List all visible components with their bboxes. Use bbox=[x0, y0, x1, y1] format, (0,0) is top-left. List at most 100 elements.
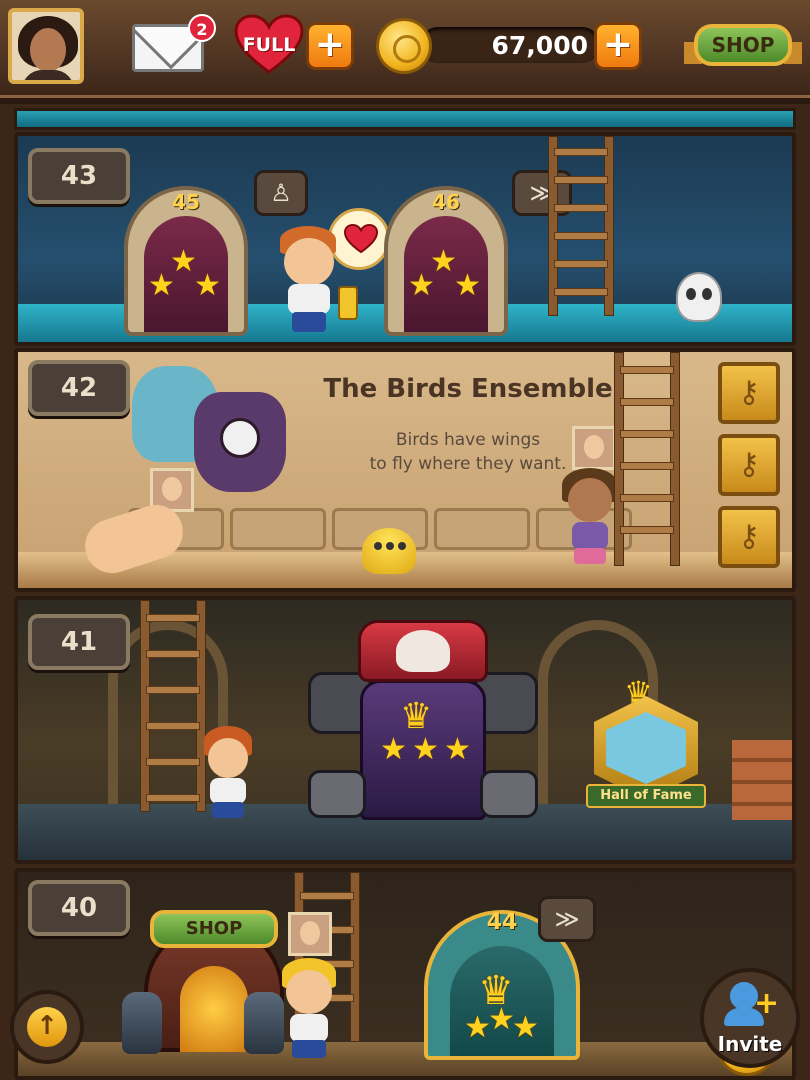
floor-number-sign: 42 bbox=[28, 360, 130, 416]
ladder-rung bbox=[146, 614, 200, 622]
hall-of-fame-label: Hall of Fame bbox=[586, 784, 706, 808]
friend-face bbox=[300, 921, 320, 945]
friend-legs bbox=[574, 548, 606, 564]
ladder-rung bbox=[554, 232, 608, 240]
invite-label: Invite bbox=[717, 1032, 783, 1056]
shop-button-label: SHOP bbox=[694, 24, 792, 66]
skull-icon bbox=[396, 630, 450, 672]
star-icon: ★ bbox=[412, 732, 439, 767]
friend-torso bbox=[210, 778, 246, 804]
star-icon: ★ bbox=[408, 268, 435, 303]
friend-face bbox=[584, 435, 604, 459]
purple-bird-monster[interactable] bbox=[194, 392, 286, 492]
friend-character[interactable] bbox=[276, 958, 342, 1062]
add-hearts-button[interactable]: + bbox=[306, 22, 354, 70]
stairs bbox=[732, 740, 792, 820]
friend-torso bbox=[572, 522, 608, 550]
key-icon[interactable]: ⚷ bbox=[718, 434, 780, 496]
hero-legs bbox=[292, 312, 326, 332]
ladder-rung bbox=[146, 758, 200, 766]
star-icon: ★ bbox=[148, 268, 175, 303]
key-icon[interactable]: ⚷ bbox=[718, 506, 780, 568]
boss-fist bbox=[480, 770, 538, 818]
floor-44-edge bbox=[14, 108, 796, 130]
floor-number-sign: 43 bbox=[28, 148, 130, 204]
invite-button[interactable]: + Invite bbox=[700, 968, 800, 1068]
friend-avatar[interactable] bbox=[288, 912, 332, 956]
ladder-rung bbox=[554, 288, 608, 296]
star-icon: ★ bbox=[380, 732, 407, 767]
brick bbox=[434, 508, 530, 550]
floor-number-sign: 40 bbox=[28, 880, 130, 936]
crown-icon: ♛ bbox=[400, 696, 433, 737]
star-icon: ★ bbox=[454, 268, 481, 303]
floor-42[interactable]: 42 The Birds Ensemble Birds have wings t… bbox=[14, 348, 796, 592]
stage-door-46[interactable]: 46 ★ ★ ★ bbox=[384, 186, 508, 336]
ladder[interactable] bbox=[140, 600, 206, 812]
stage-number: 46 bbox=[432, 190, 460, 214]
friend-head bbox=[286, 970, 332, 1014]
ladder[interactable] bbox=[548, 136, 614, 316]
arrow-up-icon: ↑ bbox=[27, 1007, 67, 1047]
tile-icon[interactable]: ♙ bbox=[254, 170, 308, 216]
friend-head bbox=[208, 738, 248, 778]
friend-torso bbox=[290, 1014, 328, 1042]
floor-41[interactable]: 41 ♛ ★ ★ ★ ♛ Hall of Fame bbox=[14, 596, 796, 864]
friend-character[interactable] bbox=[558, 468, 622, 568]
floor-number-sign: 41 bbox=[28, 614, 130, 670]
friend-avatar[interactable] bbox=[572, 426, 616, 470]
vase bbox=[122, 992, 162, 1054]
friend-face bbox=[162, 477, 182, 501]
friend-character[interactable] bbox=[198, 726, 258, 822]
ladder-rail bbox=[140, 600, 150, 812]
shop-button[interactable]: SHOP bbox=[684, 20, 802, 70]
top-bar: 2 FULL + 67,000 + SHOP bbox=[0, 0, 810, 104]
add-coins-button[interactable]: + bbox=[594, 22, 642, 70]
shop-sign: SHOP bbox=[150, 910, 278, 948]
player-avatar[interactable] bbox=[8, 8, 84, 84]
star-icon: ★ bbox=[512, 1010, 539, 1045]
tower-view[interactable]: 43 45 ★ ★ ★ ♙ 46 ★ ★ ★ ≫ 42 The Birds En… bbox=[0, 104, 810, 1080]
chevron-double-icon[interactable]: ≫ bbox=[538, 896, 596, 942]
star-icon: ★ bbox=[194, 268, 221, 303]
star-icon: ★ bbox=[464, 1010, 491, 1045]
avatar-face bbox=[30, 28, 66, 72]
ladder-rung bbox=[554, 176, 608, 184]
hearts-indicator: FULL bbox=[234, 14, 304, 76]
friend-legs bbox=[212, 802, 244, 818]
scroll-up-button[interactable]: ↑ bbox=[10, 990, 84, 1064]
player-character[interactable] bbox=[272, 226, 358, 336]
shop-doorway bbox=[180, 966, 248, 1052]
boss-monster-gate[interactable]: ♛ ★ ★ ★ bbox=[308, 620, 538, 830]
mail-button[interactable]: 2 bbox=[132, 14, 216, 74]
ladder-rung bbox=[620, 430, 674, 438]
hero-head bbox=[284, 238, 334, 286]
coin-amount: 67,000 bbox=[491, 31, 588, 60]
ladder[interactable] bbox=[614, 352, 680, 566]
hall-of-fame-button[interactable]: ♛ Hall of Fame bbox=[586, 674, 706, 818]
ladder-rung bbox=[300, 892, 354, 900]
ghost-monster[interactable] bbox=[676, 272, 722, 322]
ladder-rung bbox=[620, 494, 674, 502]
level-title: The Birds Ensemble bbox=[323, 374, 613, 404]
floor-40[interactable]: 40 SHOP 44 ♛ ★ ★ ★ ≫ bbox=[14, 868, 796, 1080]
ladder-rung bbox=[554, 260, 608, 268]
stage-door-45[interactable]: 45 ★ ★ ★ bbox=[124, 186, 248, 336]
stage-number: 45 bbox=[172, 190, 200, 214]
ladder-rung bbox=[146, 794, 200, 802]
ladder-rung bbox=[146, 722, 200, 730]
key-icon[interactable]: ⚷ bbox=[718, 362, 780, 424]
ladder-rung bbox=[146, 686, 200, 694]
avatar-body bbox=[22, 70, 74, 80]
ladder-rung bbox=[146, 650, 200, 658]
hero-torso bbox=[288, 284, 330, 314]
mail-badge: 2 bbox=[188, 14, 216, 42]
ladder-rung bbox=[554, 148, 608, 156]
ladder-rung bbox=[620, 366, 674, 374]
ladder-rung bbox=[554, 204, 608, 212]
ladder-rung bbox=[620, 462, 674, 470]
star-icon: ★ bbox=[488, 1002, 515, 1037]
yellow-slime-monster[interactable] bbox=[362, 528, 416, 574]
friend-legs bbox=[292, 1040, 326, 1058]
hearts-full-label: FULL bbox=[242, 34, 296, 56]
